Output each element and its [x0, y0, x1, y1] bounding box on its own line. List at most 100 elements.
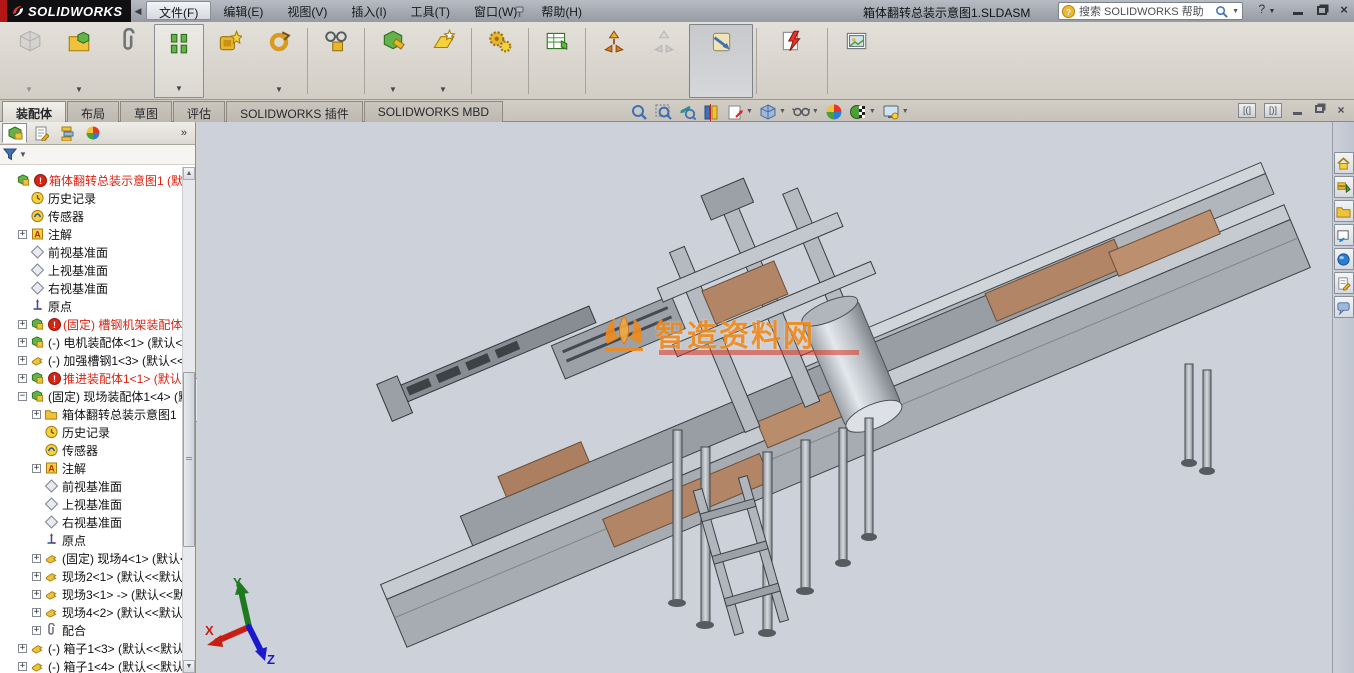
scroll-up-button[interactable]: ▲ — [183, 167, 195, 180]
menu-collapse-icon[interactable]: ◀ — [133, 4, 143, 18]
expand-icon[interactable]: + — [32, 410, 41, 419]
expand-icon[interactable]: + — [18, 230, 27, 239]
move-component-dropdown-icon[interactable]: ▼ — [275, 84, 283, 98]
section-view-button[interactable] — [700, 102, 722, 121]
expand-icon[interactable]: + — [18, 320, 27, 329]
expand-icon[interactable]: + — [32, 554, 41, 563]
tree-row[interactable]: +配合 — [0, 621, 183, 639]
featuremanager-tab[interactable] — [2, 123, 27, 143]
tree-row[interactable]: +现场3<1> -> (默认<<默认 — [0, 585, 183, 603]
assembly-features-dropdown-icon[interactable]: ▼ — [389, 84, 397, 98]
hide-show-items-dropdown-icon[interactable]: ▼ — [812, 108, 819, 115]
bom-button[interactable] — [532, 24, 582, 98]
view-orientation-dropdown-icon[interactable]: ▼ — [746, 108, 753, 115]
tree-row[interactable]: +A注解 — [0, 225, 183, 243]
tree-row[interactable]: +(-) 电机装配体<1> (默认<<默认 — [0, 333, 183, 351]
hide-show-items-button[interactable]: ▼ — [790, 102, 821, 121]
tree-row[interactable]: 传感器 — [0, 207, 183, 225]
search-icon[interactable] — [1215, 5, 1228, 18]
motion-study-button[interactable] — [475, 24, 525, 98]
tree-row[interactable]: 历史记录 — [0, 423, 183, 441]
expand-icon[interactable]: + — [32, 608, 41, 617]
menu-5[interactable]: 工具(T) — [399, 1, 462, 20]
doc-minimize-button[interactable] — [1290, 103, 1304, 118]
tree-row[interactable]: +现场4<2> (默认<<默认 — [0, 603, 183, 621]
scroll-thumb[interactable] — [183, 372, 195, 547]
linear-pattern-button[interactable]: ▼ — [154, 24, 204, 98]
smart-fasteners-button[interactable] — [204, 24, 254, 98]
expand-icon[interactable]: + — [18, 356, 27, 365]
menu-4[interactable]: 插入(I) — [339, 1, 398, 20]
tree-row[interactable]: 上视基准面 — [0, 495, 183, 513]
exploded-view-button[interactable] — [589, 24, 639, 98]
zoom-area-button[interactable] — [652, 102, 674, 121]
tree-row[interactable]: +A注解 — [0, 459, 183, 477]
displaymanager-tab[interactable] — [80, 123, 105, 143]
update-speedpak-button[interactable] — [760, 24, 824, 98]
tree-row[interactable]: 右视基准面 — [0, 513, 183, 531]
configurationmanager-tab[interactable] — [54, 123, 79, 143]
display-style-button[interactable]: ▼ — [757, 102, 788, 121]
assembly-features-button[interactable]: ▼ — [368, 24, 418, 98]
custom-properties-button[interactable] — [1334, 272, 1354, 294]
expand-icon[interactable]: + — [18, 644, 27, 653]
design-library-button[interactable] — [1334, 176, 1354, 198]
linear-pattern-dropdown-icon[interactable]: ▼ — [175, 83, 183, 97]
pane-split-right-button[interactable]: [)] — [1264, 103, 1282, 118]
tree-filter-bar[interactable]: ▼ — [0, 145, 195, 165]
tree-row[interactable]: +(-) 加强槽钢1<3> (默认<<默认 — [0, 351, 183, 369]
window-minimize-button[interactable] — [1288, 2, 1308, 15]
menu-3[interactable]: 视图(V) — [275, 1, 339, 20]
file-explorer-button[interactable] — [1334, 200, 1354, 222]
expand-icon[interactable]: + — [32, 626, 41, 635]
tree-row[interactable]: 历史记录 — [0, 189, 183, 207]
menu-2[interactable]: 编辑(E) — [211, 1, 275, 20]
help-button[interactable]: ? ▼ — [1256, 2, 1278, 16]
expand-icon[interactable]: + — [32, 464, 41, 473]
tree-row[interactable]: +(固定) 现场4<1> (默认<<默认 — [0, 549, 183, 567]
tree-row[interactable]: 前视基准面 — [0, 477, 183, 495]
tree-row[interactable]: 原点 — [0, 297, 183, 315]
tree-row[interactable]: +箱体翻转总装示意图1 — [0, 405, 183, 423]
tree-row[interactable]: +(-) 箱子1<3> (默认<<默认 — [0, 639, 183, 657]
doc-restore-button[interactable] — [1312, 103, 1326, 118]
forum-button[interactable] — [1334, 296, 1354, 318]
search-box[interactable]: ? 搜索 SOLIDWORKS 帮助 ▼ — [1058, 2, 1243, 20]
previous-view-button[interactable] — [676, 102, 698, 121]
collapse-icon[interactable]: − — [18, 392, 27, 401]
apply-scene-button[interactable]: ▼ — [847, 102, 878, 121]
view-settings-dropdown-icon[interactable]: ▼ — [902, 108, 909, 115]
view-settings-button[interactable]: ▼ — [880, 102, 911, 121]
tree-row[interactable]: +!(固定) 槽钢机架装配体1 (默认 — [0, 315, 183, 333]
tab-装配体[interactable]: 装配体 — [2, 101, 66, 122]
graphics-viewport[interactable]: 智造资料网 X Y Z — [197, 122, 1332, 673]
reference-geometry-button[interactable]: ▼ — [418, 24, 468, 98]
search-dropdown-icon[interactable]: ▼ — [1232, 8, 1239, 15]
view-orientation-button[interactable]: ▼ — [724, 102, 755, 121]
pane-split-left-button[interactable]: [(] — [1238, 103, 1256, 118]
view-palette-button[interactable] — [1334, 224, 1354, 246]
pin-icon[interactable] — [512, 3, 528, 19]
apply-scene-dropdown-icon[interactable]: ▼ — [869, 108, 876, 115]
tree-row[interactable]: !箱体翻转总装示意图1 (默认 — [0, 171, 183, 189]
fm-tabs-overflow-button[interactable]: » — [181, 127, 193, 139]
tree-row[interactable]: 前视基准面 — [0, 243, 183, 261]
expand-icon[interactable]: + — [18, 374, 27, 383]
tree-row[interactable]: 传感器 — [0, 441, 183, 459]
tree-row[interactable]: 原点 — [0, 531, 183, 549]
tree-row[interactable]: +(-) 箱子1<4> (默认<<默认 — [0, 657, 183, 673]
scroll-down-button[interactable]: ▼ — [183, 660, 195, 673]
window-close-button[interactable]: × — [1336, 2, 1352, 17]
expand-icon[interactable]: + — [32, 572, 41, 581]
move-component-button[interactable]: ▼ — [254, 24, 304, 98]
propertymanager-tab[interactable] — [28, 123, 53, 143]
tree-row[interactable]: +现场2<1> (默认<<默认 — [0, 567, 183, 585]
zoom-fit-button[interactable] — [628, 102, 650, 121]
menu-1[interactable]: 文件(F) — [146, 1, 211, 20]
appearances-scenes-button[interactable] — [1334, 248, 1354, 270]
expand-icon[interactable]: + — [18, 338, 27, 347]
resources-home-button[interactable] — [1334, 152, 1354, 174]
reference-geometry-dropdown-icon[interactable]: ▼ — [439, 84, 447, 98]
tab-布局[interactable]: 布局 — [67, 101, 119, 122]
edit-appearance-button[interactable] — [823, 102, 845, 121]
